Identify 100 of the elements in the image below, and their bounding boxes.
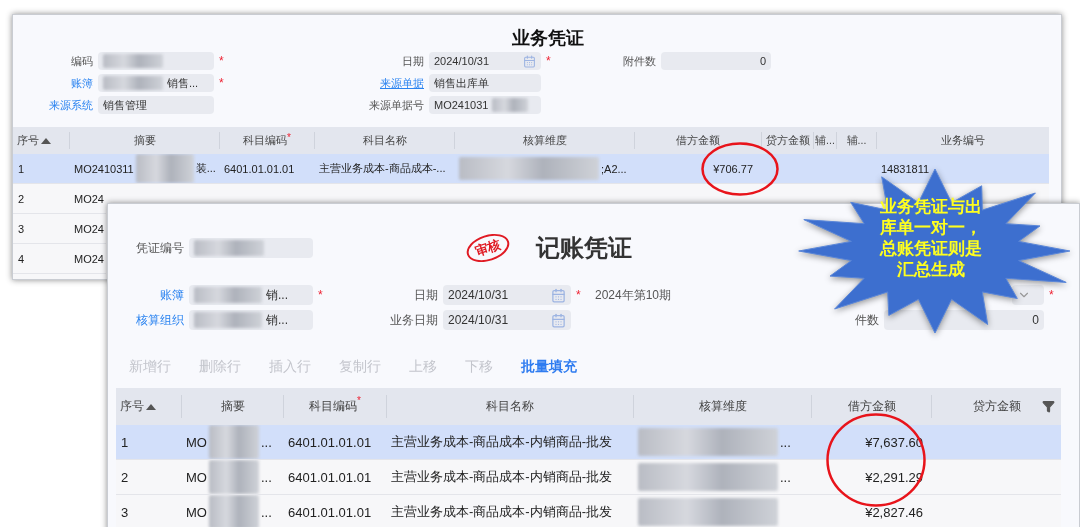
blurred-region [194, 240, 264, 256]
column-header[interactable]: 贷方金额 [765, 133, 810, 148]
date-field[interactable]: 2024/10/31 [443, 285, 571, 305]
cell-text: ... [780, 469, 791, 485]
table-cell: 6401.01.01.01 [288, 434, 372, 450]
period-text: 2024年第10期 [595, 286, 673, 304]
column-header[interactable]: 辅... [815, 133, 835, 148]
field-label: 编码 [71, 54, 93, 67]
table-cell: 主营业务成本-商品成本-内销商品-批发 [391, 468, 612, 486]
column-header[interactable]: 摘要 [133, 133, 156, 148]
column-header[interactable]: 贷方金额 [972, 398, 1021, 415]
table-cell: 2 [121, 469, 129, 485]
table-cell: 1 [18, 162, 25, 175]
input-field[interactable]: 销售出库单 [429, 74, 541, 92]
table-row[interactable]: 1 MO2410311 装... 6401.01.01.01 主营业务成本-商品成本-... ;A2... ¥706.77 14831811 [13, 154, 1049, 184]
field-label: 核算组织 [136, 312, 184, 327]
input-field[interactable] [98, 52, 214, 70]
field-label: 账簿 [160, 287, 184, 302]
date-field[interactable]: 2024/10/31 [443, 310, 571, 330]
column-header[interactable]: 科目编码 [309, 398, 358, 415]
input-field[interactable]: 销... [189, 310, 313, 330]
callout-text: 业务凭证与出库单一对一，总账凭证则是汇总生成 [878, 196, 983, 280]
input-field[interactable]: 销售管理 [98, 96, 214, 114]
calendar-icon[interactable] [551, 287, 566, 303]
sort-icon[interactable] [41, 137, 51, 144]
blurred-region [103, 75, 163, 91]
filter-icon[interactable] [1042, 400, 1055, 414]
required-mark: * [219, 76, 224, 90]
column-header[interactable]: 核算维度 [522, 133, 567, 148]
column-header[interactable]: 摘要 [220, 398, 245, 415]
calendar-icon[interactable] [523, 54, 536, 68]
date-field[interactable]: 2024/10/31 [429, 52, 541, 70]
table-cell: 主营业务成本-商品成本-... [319, 161, 446, 176]
cell-text: ... [780, 434, 791, 450]
blurred-region [492, 97, 529, 113]
field-label: 来源单据号 [369, 98, 424, 111]
window-title: 业务凭证 [512, 27, 584, 50]
field-label: 日期 [414, 287, 438, 302]
field-label: 账簿 [71, 76, 93, 89]
cell-text: 装... [195, 161, 216, 176]
required-mark: * [576, 288, 581, 302]
cell-text: ;A2... [601, 162, 627, 175]
source-link[interactable]: 来源单据 [380, 76, 424, 89]
required-mark: * [287, 132, 291, 144]
required-mark: * [1049, 288, 1054, 302]
blurred-region [103, 53, 163, 69]
cell-text: MO24 [74, 222, 104, 235]
required-mark: * [546, 54, 551, 68]
table-cell: 6401.01.01.01 [224, 162, 295, 175]
cell-text: MO2410311 [74, 162, 134, 175]
cell-text: MO [186, 469, 207, 485]
table-cell: 主营业务成本-商品成本-内销商品-批发 [391, 433, 612, 451]
cell-text: MO [186, 504, 207, 520]
blurred-region [194, 287, 262, 303]
cell-text: ... [260, 469, 272, 485]
field-label: 附件数 [623, 54, 656, 67]
table-cell: ¥706.77 [713, 162, 753, 175]
cell-text: MO [186, 434, 207, 450]
cell-text: MO24 [74, 252, 104, 265]
field-label: 件数 [855, 312, 879, 327]
input-field[interactable] [189, 238, 313, 258]
required-mark: * [357, 395, 361, 407]
column-header[interactable]: 科目编码 [243, 133, 288, 148]
table-cell: 14831811 [881, 162, 930, 175]
toolbar-button[interactable]: 批量填充 [521, 358, 577, 376]
table-cell: 1 [121, 434, 129, 450]
input-field[interactable]: 销... [189, 285, 313, 305]
column-header[interactable]: 借方金额 [847, 398, 896, 415]
column-header[interactable]: 业务编号 [941, 133, 985, 148]
field-label: 业务日期 [390, 312, 438, 327]
table-cell: 主营业务成本-商品成本-内销商品-批发 [391, 503, 612, 521]
cell-text: ... [260, 434, 272, 450]
column-header[interactable]: 序号 [120, 398, 144, 415]
table-cell: 4 [18, 252, 25, 265]
column-header[interactable]: 核算维度 [698, 398, 747, 415]
input-field[interactable]: 销售... [98, 74, 214, 92]
calendar-icon[interactable] [551, 312, 566, 328]
column-header[interactable]: 序号 [17, 133, 39, 148]
blurred-region [194, 312, 262, 328]
column-header[interactable]: 辅... [846, 133, 867, 148]
required-mark: * [219, 54, 224, 68]
column-header[interactable]: 科目名称 [362, 133, 407, 148]
field-label: 凭证编号 [136, 240, 184, 255]
input-field[interactable]: MO241031 [429, 96, 541, 114]
table-cell: ¥2,827.46 [865, 504, 923, 520]
cell-text: ... [260, 504, 272, 520]
column-header[interactable]: 借方金额 [676, 133, 720, 148]
table-cell: 6401.01.01.01 [288, 504, 372, 520]
input-field[interactable]: 0 [661, 52, 771, 70]
field-label: 来源系统 [49, 98, 93, 111]
table-cell: 2 [18, 192, 25, 205]
cell-text: MO24 [74, 192, 104, 205]
field-label: 日期 [402, 54, 424, 67]
window-title: 记账凭证 [536, 233, 632, 263]
table-cell: 3 [18, 222, 25, 235]
column-header[interactable]: 科目名称 [486, 398, 534, 415]
sort-icon[interactable] [146, 403, 156, 410]
table-cell: 6401.01.01.01 [288, 469, 372, 485]
dropdown-field[interactable] [1012, 285, 1044, 305]
required-mark: * [318, 288, 323, 302]
